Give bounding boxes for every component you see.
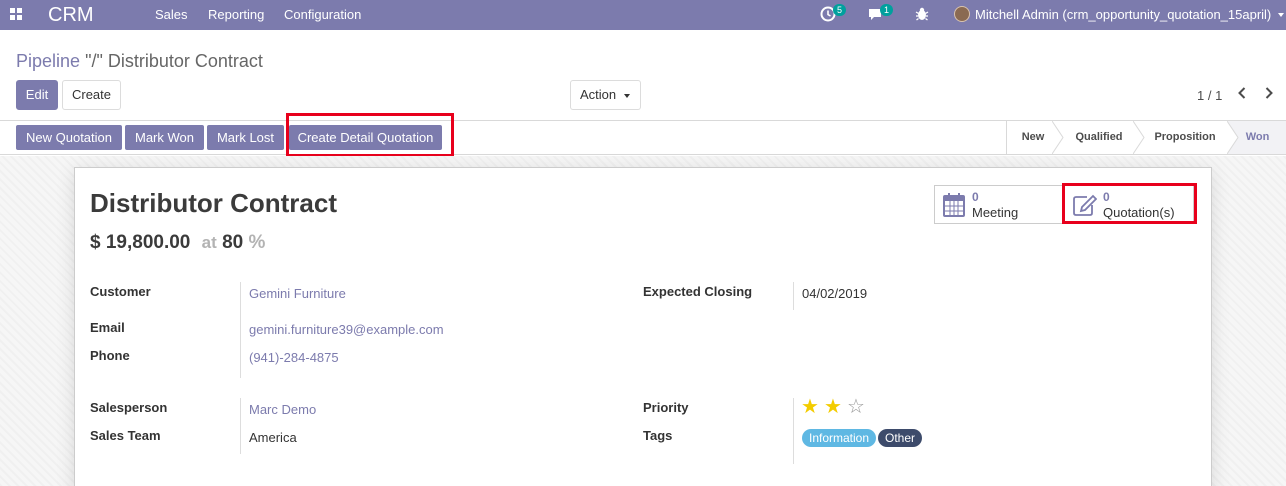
activity-count-badge: 5	[833, 4, 847, 16]
breadcrumb: Pipeline "/" Distributor Contract	[16, 51, 263, 72]
revenue-amount: $ 19,800.00	[90, 232, 191, 253]
calendar-icon	[943, 193, 965, 220]
star-filled-icon[interactable]: ★	[824, 397, 842, 417]
breadcrumb-current: "/" Distributor Contract	[85, 51, 263, 71]
field-divider	[793, 398, 794, 464]
star-empty-icon[interactable]: ☆	[847, 397, 865, 417]
stage-qualified[interactable]: Qualified	[1064, 121, 1134, 154]
action-caret-icon	[624, 94, 630, 98]
messages-count-badge: 1	[880, 4, 894, 16]
customer-field[interactable]: Gemini Furniture	[249, 286, 346, 301]
revenue-at-label: at	[201, 233, 217, 252]
highlight-quotation-button	[1062, 183, 1197, 224]
menu-reporting[interactable]: Reporting	[208, 7, 264, 22]
probability-percent: %	[248, 232, 266, 253]
tag-information[interactable]: Information	[802, 429, 877, 447]
priority-label: Priority	[643, 400, 689, 415]
tags-label: Tags	[643, 428, 673, 443]
expected-closing-label: Expected Closing	[643, 284, 753, 299]
opportunity-title: Distributor Contract	[90, 188, 337, 218]
form-statusbar: New Quotation Mark Won Mark Lost Create …	[0, 120, 1286, 155]
mark-lost-button[interactable]: Mark Lost	[207, 125, 284, 150]
action-dropdown[interactable]: Action	[570, 80, 641, 110]
salesperson-label: Salesperson	[90, 400, 168, 415]
email-label: Email	[90, 320, 125, 335]
user-menu[interactable]: Mitchell Admin (crm_opportunity_quotatio…	[975, 7, 1271, 22]
email-field[interactable]: gemini.furniture39@example.com	[249, 322, 444, 337]
highlight-create-detail-quotation	[286, 113, 454, 157]
probability-value: 80	[222, 232, 244, 253]
pager-value[interactable]: 1 / 1	[1197, 88, 1222, 103]
mark-won-button[interactable]: Mark Won	[125, 125, 204, 150]
star-filled-icon[interactable]: ★	[801, 397, 819, 417]
breadcrumb-pipeline[interactable]: Pipeline	[16, 51, 80, 71]
expected-closing-field[interactable]: 04/02/2019	[802, 286, 867, 301]
pager-previous-icon[interactable]	[1237, 86, 1247, 105]
salesperson-field[interactable]: Marc Demo	[249, 402, 316, 417]
stage-separator	[1052, 121, 1064, 154]
meeting-label: Meeting	[972, 205, 1019, 220]
menu-configuration[interactable]: Configuration	[284, 7, 361, 22]
customer-label: Customer	[90, 284, 151, 299]
stage-pipeline: New Qualified Proposition Won	[1006, 121, 1286, 154]
apps-menu-icon[interactable]	[10, 8, 22, 20]
stage-proposition[interactable]: Proposition	[1144, 121, 1226, 154]
field-divider	[240, 282, 241, 378]
expected-revenue: $ 19,800.00 at 80 %	[90, 232, 265, 254]
meeting-count: 0	[972, 190, 979, 204]
action-label: Action	[580, 87, 617, 102]
app-brand[interactable]: CRM	[48, 4, 94, 27]
user-menu-caret-icon[interactable]	[1278, 13, 1284, 17]
top-navbar: CRM Sales Reporting Configuration 5 1 Mi…	[0, 0, 1286, 30]
debug-bug-icon[interactable]	[915, 6, 929, 25]
new-quotation-button[interactable]: New Quotation	[16, 125, 122, 150]
sales-team-field[interactable]: America	[249, 430, 297, 445]
meeting-smart-button[interactable]: 0 Meeting	[934, 185, 1064, 224]
tag-other[interactable]: Other	[878, 429, 923, 447]
edit-button[interactable]: Edit	[16, 80, 58, 110]
sales-team-label: Sales Team	[90, 428, 161, 443]
phone-label: Phone	[90, 348, 130, 363]
phone-field[interactable]: (941)-284-4875	[249, 350, 339, 365]
pager-next-icon[interactable]	[1264, 86, 1274, 105]
field-divider	[240, 398, 241, 454]
field-divider	[793, 282, 794, 310]
stage-separator	[1227, 121, 1239, 154]
user-avatar[interactable]	[954, 6, 970, 22]
menu-sales[interactable]: Sales	[155, 7, 188, 22]
create-button[interactable]: Create	[62, 80, 121, 110]
